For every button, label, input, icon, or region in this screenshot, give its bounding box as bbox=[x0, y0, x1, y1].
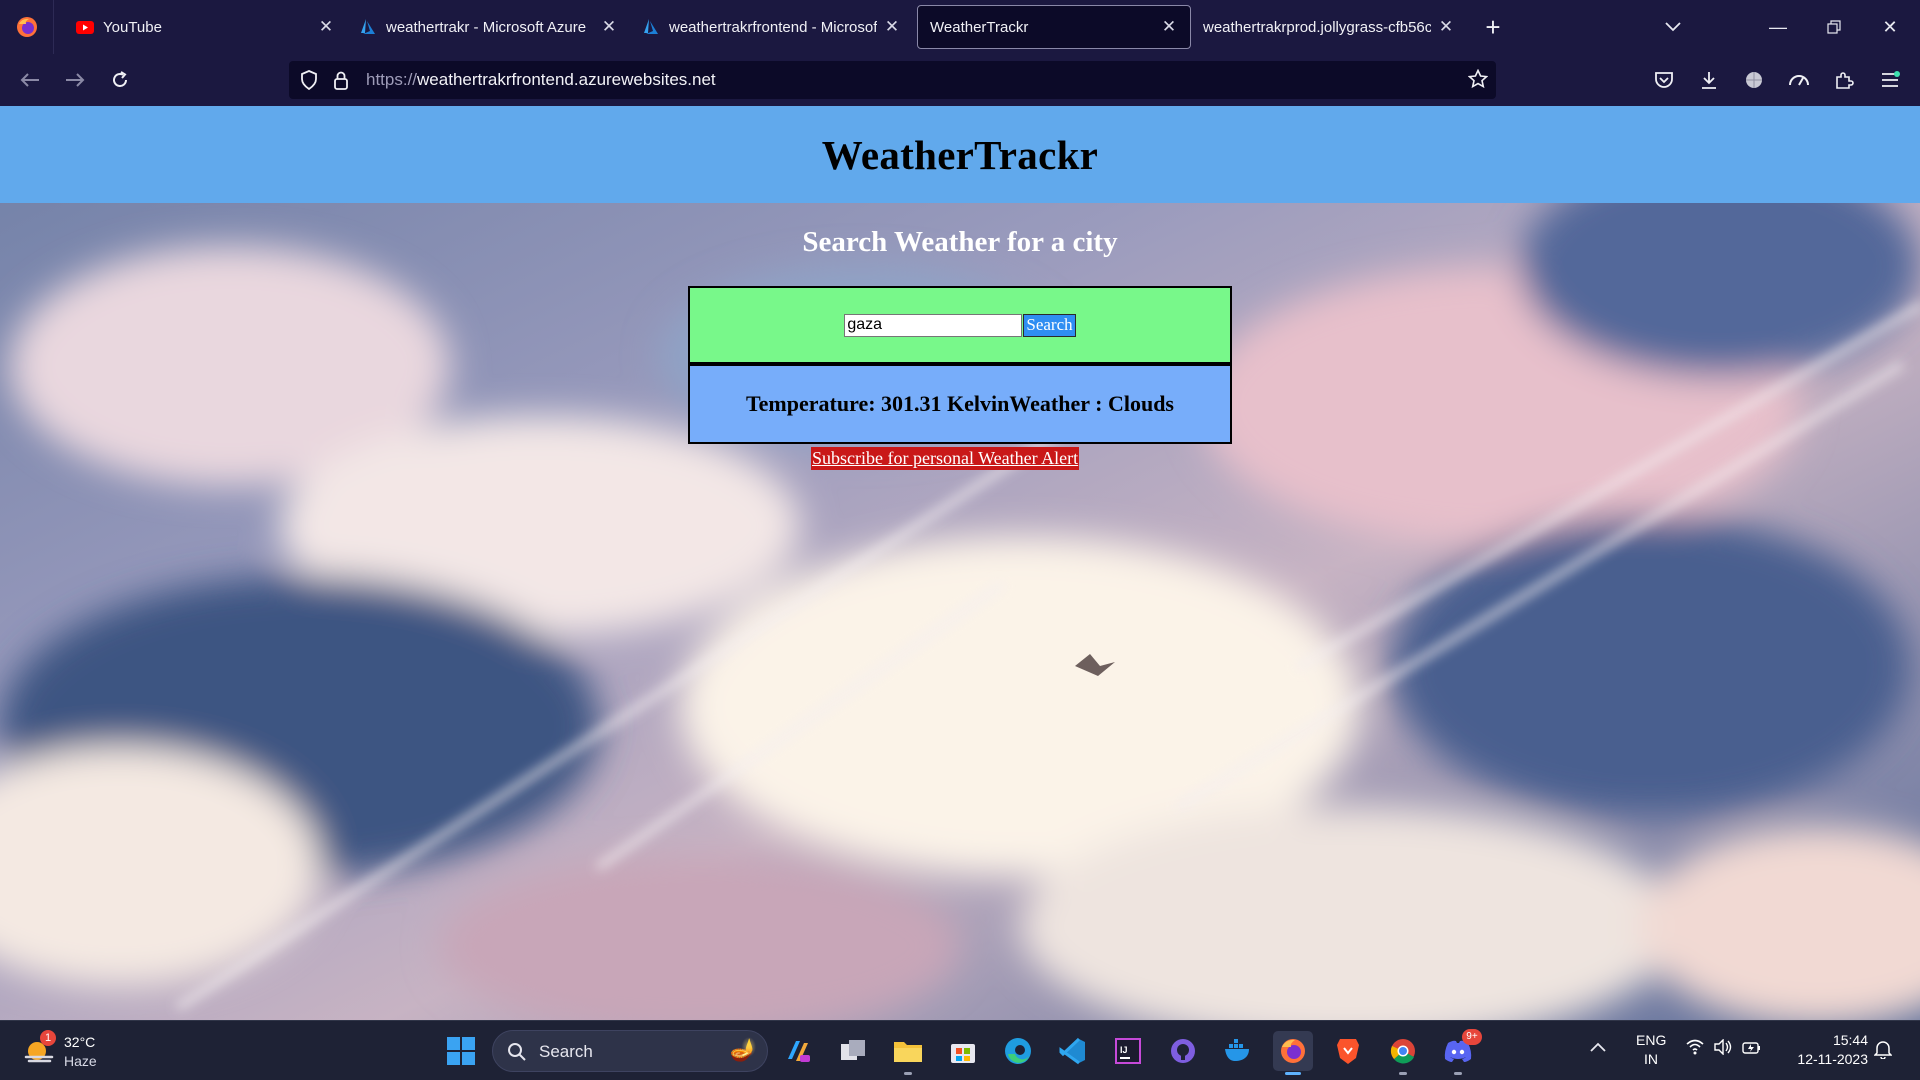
tab-azure-frontend[interactable]: weathertrakrfrontend - Microsoft Azure ✕ bbox=[630, 5, 913, 49]
tab-weathertrackr[interactable]: WeatherTrackr ✕ bbox=[917, 5, 1191, 49]
docker-icon[interactable] bbox=[1218, 1031, 1258, 1071]
store-icon[interactable] bbox=[943, 1031, 983, 1071]
clock-time: 15:44 bbox=[1832, 1032, 1868, 1048]
firefox-icon[interactable] bbox=[1273, 1031, 1313, 1075]
browser-nav-bar: https://weathertrakrfrontend.azurewebsit… bbox=[0, 54, 1920, 106]
tab-label: weathertrakr - Microsoft Azure bbox=[386, 18, 587, 36]
weather-result-text: Temperature: 301.31 KelvinWeather : Clou… bbox=[746, 391, 1174, 416]
show-hidden-icons-chevron-icon[interactable] bbox=[1590, 1039, 1606, 1057]
search-highlight-lamps-icon: 🪔 bbox=[729, 1037, 757, 1062]
windows-taskbar: 1 32°C Haze Search 🪔 IJ 9+ ENG IN 15:44 … bbox=[0, 1020, 1920, 1080]
clock-date: 12-11-2023 bbox=[1797, 1051, 1868, 1067]
url-scheme: https:// bbox=[366, 70, 418, 89]
address-bar[interactable]: https://weathertrakrfrontend.azurewebsit… bbox=[289, 61, 1496, 99]
youtube-icon bbox=[76, 18, 94, 36]
tab-label: weathertrakrprod.jollygrass-cfb56ce bbox=[1203, 18, 1431, 36]
running-indicator bbox=[1285, 1072, 1301, 1075]
lang-line1: ENG bbox=[1636, 1032, 1667, 1048]
restore-button[interactable] bbox=[1806, 0, 1862, 54]
tab-weathertrakrprod[interactable]: weathertrakrprod.jollygrass-cfb56ce ✕ bbox=[1191, 5, 1467, 49]
tab-close-icon[interactable]: ✕ bbox=[883, 18, 901, 36]
weather-result-panel: Temperature: 301.31 KelvinWeather : Clou… bbox=[688, 364, 1232, 444]
search-button[interactable]: Search bbox=[1023, 313, 1076, 337]
taskbar-clock[interactable]: 15:44 12-11-2023 bbox=[1780, 1031, 1868, 1069]
url-text[interactable]: https://weathertrakrfrontend.azurewebsit… bbox=[366, 70, 716, 90]
search-panel: Search bbox=[688, 286, 1232, 364]
weather-badge: 1 bbox=[40, 1030, 56, 1046]
subscribe-alert-link[interactable]: Subscribe for personal Weather Alert bbox=[811, 447, 1080, 470]
taskbar-search-label: Search bbox=[539, 1042, 593, 1061]
intellij-icon[interactable]: IJ bbox=[1108, 1031, 1148, 1071]
tab-close-icon[interactable]: ✕ bbox=[1437, 18, 1455, 36]
tab-label: weathertrakrfrontend - Microsoft Azure bbox=[669, 18, 877, 36]
tab-close-icon[interactable]: ✕ bbox=[1160, 18, 1178, 36]
battery-charging-icon bbox=[1742, 1042, 1760, 1054]
minimize-button[interactable]: — bbox=[1750, 0, 1806, 54]
lang-line2: IN bbox=[1644, 1051, 1658, 1067]
github-desktop-icon[interactable] bbox=[1163, 1031, 1203, 1071]
tab-close-icon[interactable]: ✕ bbox=[600, 18, 618, 36]
file-explorer-icon[interactable] bbox=[888, 1031, 928, 1075]
extensions-puzzle-icon[interactable] bbox=[1826, 62, 1862, 98]
task-view-icon[interactable] bbox=[833, 1031, 873, 1071]
system-tray[interactable] bbox=[1686, 1039, 1762, 1055]
extension-speedometer-icon[interactable] bbox=[1781, 62, 1817, 98]
weather-widget[interactable]: 1 32°C Haze bbox=[22, 1029, 132, 1073]
downloads-icon[interactable] bbox=[1691, 62, 1727, 98]
bookmark-star-icon[interactable] bbox=[1467, 68, 1489, 94]
page-viewport: WeatherTrackr Search Weather for a city … bbox=[0, 106, 1920, 1020]
running-indicator bbox=[1454, 1072, 1462, 1075]
firefox-menu-icon[interactable] bbox=[0, 0, 54, 54]
weather-temp: 32°C bbox=[64, 1034, 96, 1050]
site-title: WeatherTrackr bbox=[821, 131, 1099, 178]
input-language-indicator[interactable]: ENG IN bbox=[1636, 1031, 1666, 1069]
weather-desc: Haze bbox=[64, 1053, 97, 1069]
running-indicator bbox=[1399, 1072, 1407, 1075]
lock-icon[interactable] bbox=[333, 70, 349, 95]
tab-label: WeatherTrackr bbox=[930, 18, 1029, 36]
copilot-icon[interactable] bbox=[778, 1031, 818, 1071]
tab-close-icon[interactable]: ✕ bbox=[317, 18, 335, 36]
discord-notification-badge: 9+ bbox=[1462, 1029, 1482, 1045]
wifi-icon bbox=[1686, 1039, 1704, 1055]
app-menu-icon[interactable] bbox=[1872, 62, 1908, 98]
close-window-button[interactable]: ✕ bbox=[1862, 0, 1918, 54]
forward-arrow-icon[interactable] bbox=[57, 62, 93, 98]
notification-bell-icon[interactable] bbox=[1873, 1039, 1893, 1064]
edge-icon[interactable] bbox=[998, 1031, 1038, 1071]
site-header: WeatherTrackr bbox=[0, 106, 1920, 203]
volume-icon bbox=[1714, 1039, 1732, 1055]
svg-text:IJ: IJ bbox=[1120, 1045, 1128, 1055]
windows-start-icon[interactable] bbox=[443, 1033, 479, 1069]
browser-tab-strip: YouTube ✕ weathertrakr - Microsoft Azure… bbox=[0, 0, 1920, 54]
extension-globe-icon[interactable] bbox=[1736, 62, 1772, 98]
running-indicator bbox=[904, 1072, 912, 1075]
url-host: weathertrakrfrontend.azurewebsites.net bbox=[417, 70, 716, 89]
search-icon bbox=[507, 1042, 527, 1067]
chrome-icon[interactable] bbox=[1383, 1031, 1423, 1075]
taskbar-search-box[interactable]: Search 🪔 bbox=[492, 1030, 768, 1072]
reload-icon[interactable] bbox=[102, 62, 138, 98]
azure-icon bbox=[359, 18, 377, 36]
search-heading: Search Weather for a city bbox=[802, 226, 1118, 258]
new-tab-button[interactable]: + bbox=[1473, 7, 1513, 47]
discord-icon[interactable]: 9+ bbox=[1438, 1029, 1482, 1075]
azure-icon bbox=[642, 18, 660, 36]
tab-azure-weathertrakr[interactable]: weathertrakr - Microsoft Azure ✕ bbox=[347, 5, 630, 49]
city-search-input[interactable] bbox=[844, 313, 1023, 337]
vscode-icon[interactable] bbox=[1053, 1031, 1093, 1071]
list-tabs-chevron-icon[interactable] bbox=[1656, 10, 1690, 44]
brave-icon[interactable] bbox=[1328, 1031, 1368, 1071]
tab-youtube[interactable]: YouTube ✕ bbox=[64, 5, 347, 49]
tab-label: YouTube bbox=[103, 18, 162, 36]
pocket-icon[interactable] bbox=[1646, 62, 1682, 98]
back-arrow-icon[interactable] bbox=[12, 62, 48, 98]
tracking-protection-shield-icon[interactable] bbox=[300, 70, 318, 95]
